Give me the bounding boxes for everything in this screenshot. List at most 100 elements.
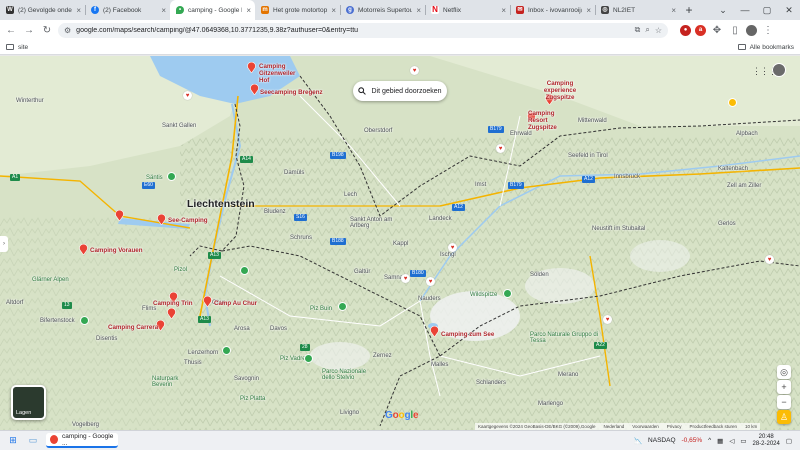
close-tab-icon[interactable]: ×: [161, 6, 166, 15]
tray-overflow-icon[interactable]: ^: [708, 437, 711, 444]
tab-4[interactable]: g Motorreis Supertou ×: [340, 0, 425, 20]
saved-heart-icon[interactable]: ♥: [496, 144, 505, 153]
close-tab-icon[interactable]: ×: [586, 6, 591, 15]
camping-pin-icon[interactable]: [79, 243, 88, 256]
reload-button[interactable]: ↻: [40, 23, 54, 37]
tab-search-icon[interactable]: ⌄: [712, 5, 734, 16]
saved-heart-icon[interactable]: ♥: [603, 315, 612, 324]
camping-label[interactable]: Camping Trin: [153, 300, 193, 307]
zoom-icon[interactable]: ⌕: [645, 25, 649, 35]
minimize-button[interactable]: —: [734, 5, 756, 15]
ticker-name[interactable]: NASDAQ: [648, 437, 675, 444]
tab-0[interactable]: W (2) Gevolgde onderw ×: [0, 0, 85, 20]
maximize-button[interactable]: ▢: [756, 5, 778, 16]
camping-pin-icon[interactable]: [167, 307, 176, 320]
my-location-button[interactable]: ◎: [777, 365, 791, 379]
tab-6[interactable]: ✉ Inbox - ivovanrooij@ ×: [510, 0, 595, 20]
camping-label[interactable]: Camping Resort Zugspitze: [528, 110, 574, 131]
camping-label[interactable]: Camping zum See: [441, 331, 494, 338]
terms-link[interactable]: Voorwaarden: [632, 424, 659, 429]
tab-3[interactable]: m Het grote motortop ×: [255, 0, 340, 20]
park-pin-icon[interactable]: [503, 289, 512, 298]
profile-avatar[interactable]: [746, 24, 757, 36]
park-pin-icon[interactable]: [80, 316, 89, 325]
feedback-link[interactable]: Productfeedback sturen: [690, 424, 738, 429]
layers-button[interactable]: Lagen: [11, 385, 46, 420]
camping-pin-icon[interactable]: [115, 209, 124, 222]
map-canvas[interactable]: Winterthur Sankt Gallen Säntis Liechtens…: [0, 56, 800, 430]
zoom-out-button[interactable]: −: [777, 395, 791, 409]
close-tab-icon[interactable]: ×: [416, 6, 421, 15]
side-panel-icon[interactable]: ▯: [728, 23, 742, 37]
camping-pin-icon[interactable]: [250, 83, 259, 96]
address-bar[interactable]: ⚙ google.com/maps/search/camping/@47.064…: [58, 22, 668, 38]
camping-label[interactable]: See-Camping: [168, 217, 208, 224]
scale-label[interactable]: 10 km: [745, 424, 757, 429]
close-tab-icon[interactable]: ×: [331, 6, 336, 15]
camping-pin-icon[interactable]: [247, 61, 256, 74]
place-label: Arosa: [234, 326, 250, 332]
all-bookmarks-button[interactable]: Alle bookmarks: [737, 44, 794, 51]
place-label: Schlanders: [476, 380, 507, 386]
street-view-pegman-icon[interactable]: ♙: [777, 410, 791, 424]
place-label: Kaltenbach: [718, 166, 749, 172]
clock[interactable]: 20:48 28-2-2024: [752, 434, 779, 448]
back-button[interactable]: ←: [4, 23, 18, 37]
close-tab-icon[interactable]: ×: [246, 6, 251, 15]
tab-7[interactable]: ◎ NL2IET ×: [595, 0, 680, 20]
extension-red-icon[interactable]: ●: [680, 24, 691, 36]
bookmark-star-icon[interactable]: ☆: [655, 26, 662, 35]
account-avatar[interactable]: [772, 63, 786, 77]
new-tab-button[interactable]: +: [680, 0, 698, 20]
saved-heart-icon[interactable]: ♥: [410, 66, 419, 75]
tab-1[interactable]: f (2) Facebook ×: [85, 0, 170, 20]
park-pin-icon[interactable]: [304, 354, 313, 363]
close-tab-icon[interactable]: ×: [76, 6, 81, 15]
saved-heart-icon[interactable]: ♥: [765, 255, 774, 264]
menu-icon[interactable]: ⋮: [761, 23, 775, 37]
tab-5[interactable]: N Netflix ×: [425, 0, 510, 20]
camping-pin-icon[interactable]: [203, 295, 212, 308]
forward-button[interactable]: →: [22, 23, 36, 37]
close-tab-icon[interactable]: ×: [671, 6, 676, 15]
camping-pin-icon[interactable]: [430, 325, 439, 338]
saved-heart-icon[interactable]: ♥: [448, 243, 457, 252]
install-app-icon[interactable]: ⧉: [635, 25, 641, 35]
saved-heart-icon[interactable]: ♥: [183, 91, 192, 100]
camping-label[interactable]: Camping experience Zugspitze: [536, 80, 584, 101]
extension-adblock-icon[interactable]: a: [695, 24, 706, 36]
camping-label[interactable]: Camping Gitzenweiler Hof: [259, 63, 307, 84]
extensions-icon[interactable]: ✥: [710, 23, 724, 37]
saved-heart-icon[interactable]: ♥: [401, 274, 410, 283]
tab-2-active[interactable]: • camping - Google M ×: [170, 0, 255, 20]
park-pin-icon[interactable]: [338, 302, 347, 311]
park-pin-icon[interactable]: [728, 98, 737, 107]
camping-label[interactable]: Camping Vorauen: [90, 247, 142, 254]
volume-icon[interactable]: ◁: [729, 437, 734, 445]
search-this-area-button[interactable]: Dit gebied doorzoeken: [353, 81, 447, 101]
saved-heart-icon[interactable]: ♥: [426, 277, 435, 286]
place-label: Disentis: [96, 336, 118, 342]
zoom-in-button[interactable]: +: [777, 380, 791, 394]
site-info-icon[interactable]: ⚙: [64, 26, 71, 35]
expand-sidepanel-button[interactable]: ›: [0, 236, 8, 252]
file-explorer-icon[interactable]: ▭: [26, 434, 40, 448]
network-icon[interactable]: ▦: [717, 437, 723, 445]
notifications-icon[interactable]: ▢: [786, 437, 792, 445]
privacy-link[interactable]: Privacy: [667, 424, 682, 429]
windows-start-icon[interactable]: ⊞: [6, 434, 20, 448]
tab-title: Netflix: [443, 6, 462, 14]
camping-label[interactable]: Camp Au Chur: [214, 300, 257, 307]
close-window-button[interactable]: ✕: [778, 5, 800, 16]
camping-label[interactable]: Camping Carrera: [108, 324, 158, 331]
camping-pin-icon[interactable]: [157, 213, 166, 226]
taskbar-chrome-button[interactable]: camping - Google ...: [46, 433, 118, 448]
camping-label[interactable]: Seecamping Bregenz: [260, 89, 323, 96]
bookmark-folder-site[interactable]: site: [6, 44, 28, 51]
park-pin-icon[interactable]: [167, 172, 176, 181]
region-link[interactable]: Nederland: [603, 424, 624, 429]
battery-icon[interactable]: ▭: [740, 437, 746, 445]
close-tab-icon[interactable]: ×: [501, 6, 506, 15]
park-pin-icon[interactable]: [240, 266, 249, 275]
park-pin-icon[interactable]: [222, 346, 231, 355]
